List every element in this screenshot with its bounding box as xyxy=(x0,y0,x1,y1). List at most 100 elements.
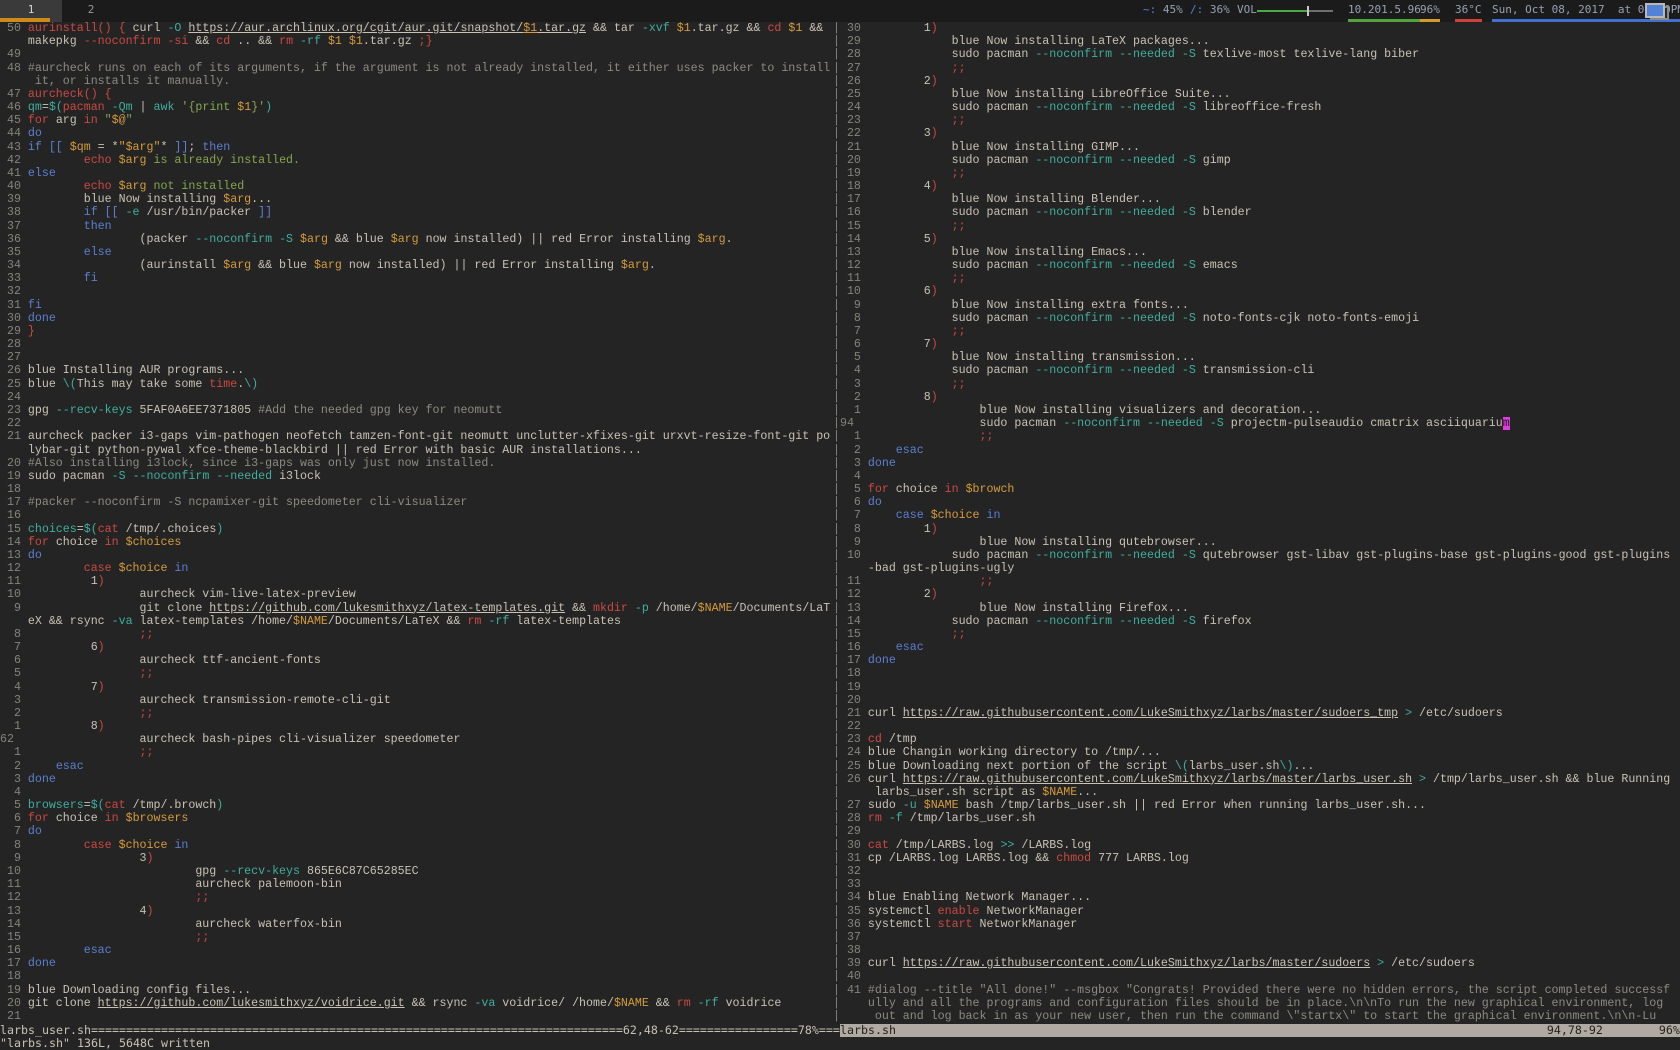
code-line[interactable]: | 9 blue Now installing qutebrowser... xyxy=(833,536,1670,549)
code-line[interactable]: | 29 xyxy=(833,825,1670,838)
code-line[interactable]: 24 xyxy=(0,391,830,404)
vertical-split-separator[interactable]: | xyxy=(833,48,840,61)
code-line[interactable]: 1 8) xyxy=(0,720,830,733)
vertical-split-separator[interactable]: | xyxy=(833,720,840,733)
code-line[interactable]: | 11 ;; xyxy=(833,272,1670,285)
code-line[interactable]: | 18 xyxy=(833,667,1670,680)
code-line[interactable]: | 31 cp /LARBS.log LARBS.log && chmod 77… xyxy=(833,852,1670,865)
vertical-split-separator[interactable]: | xyxy=(833,233,840,246)
code-line[interactable]: 4 7) xyxy=(0,681,830,694)
code-line[interactable]: | 35 systemctl enable NetworkManager xyxy=(833,905,1670,918)
code-line[interactable]: | 18 4) xyxy=(833,180,1670,193)
code-line[interactable]: 9 git clone https://github.com/lukesmith… xyxy=(0,602,830,615)
code-line[interactable]: | out and log back in as your new user, … xyxy=(833,1010,1670,1023)
code-line[interactable]: | 27 ;; xyxy=(833,62,1670,75)
code-line[interactable]: 48 #aurcheck runs on each of its argumen… xyxy=(0,62,830,75)
code-line[interactable]: 16 xyxy=(0,509,830,522)
vertical-split-separator[interactable]: | xyxy=(833,285,840,298)
code-line[interactable]: 30 done xyxy=(0,312,830,325)
code-line[interactable]: | 19 xyxy=(833,681,1670,694)
editor-pane-left[interactable]: 50 aurinstall() { curl -O https://aur.ar… xyxy=(0,22,830,1023)
code-line[interactable]: | 10 6) xyxy=(833,285,1670,298)
code-line[interactable]: 39 blue Now installing $arg... xyxy=(0,193,830,206)
vertical-split-separator[interactable]: | xyxy=(833,35,840,48)
code-line[interactable]: 19 sudo pacman -S --noconfirm --needed i… xyxy=(0,470,830,483)
statusline-inactive[interactable]: larbs_user.sh===========================… xyxy=(0,1024,840,1037)
vertical-split-separator[interactable]: | xyxy=(833,272,840,285)
vertical-split-separator[interactable]: | xyxy=(833,812,840,825)
code-line[interactable]: | larbs_user.sh script as $NAME... xyxy=(833,786,1670,799)
code-line[interactable]: | 23 ;; xyxy=(833,114,1670,127)
vertical-split-separator[interactable]: | xyxy=(833,746,840,759)
code-line[interactable]: | 39 curl https://raw.githubusercontent.… xyxy=(833,957,1670,970)
vertical-split-separator[interactable]: | xyxy=(833,839,840,852)
code-line[interactable]: | -bad gst-plugins-ugly xyxy=(833,562,1670,575)
vertical-split-separator[interactable]: | xyxy=(833,681,840,694)
vertical-split-separator[interactable]: | xyxy=(833,549,840,562)
code-line[interactable]: 25 blue \(This may take some time.\) xyxy=(0,378,830,391)
code-line[interactable]: 28 xyxy=(0,338,830,351)
code-line[interactable]: | 26 curl https://raw.githubusercontent.… xyxy=(833,773,1670,786)
vertical-split-separator[interactable]: | xyxy=(833,444,840,457)
code-line[interactable]: | 29 blue Now installing LaTeX packages.… xyxy=(833,35,1670,48)
code-line[interactable]: | 13 blue Now installing Firefox... xyxy=(833,602,1670,615)
code-line[interactable]: makepkg --noconfirm -si && cd .. && rm -… xyxy=(0,35,830,48)
code-line[interactable]: 11 1) xyxy=(0,575,830,588)
code-line[interactable]: | 24 blue Changin working directory to /… xyxy=(833,746,1670,759)
code-line[interactable]: | 1 blue Now installing visualizers and … xyxy=(833,404,1670,417)
code-line[interactable]: 6 aurcheck ttf-ancient-fonts xyxy=(0,654,830,667)
code-line[interactable]: 20 git clone https://github.com/lukesmit… xyxy=(0,997,830,1010)
code-line[interactable]: 8 case $choice in xyxy=(0,839,830,852)
code-line[interactable]: 47 aurcheck() { xyxy=(0,88,830,101)
code-line[interactable]: | 26 2) xyxy=(833,75,1670,88)
code-line[interactable]: | 37 xyxy=(833,931,1670,944)
vertical-split-separator[interactable]: | xyxy=(833,364,840,377)
code-line[interactable]: 13 4) xyxy=(0,905,830,918)
code-line[interactable]: 32 xyxy=(0,285,830,298)
code-line[interactable]: | 14 5) xyxy=(833,233,1670,246)
code-line[interactable]: | 6 do xyxy=(833,496,1670,509)
code-line[interactable]: 7 do xyxy=(0,825,830,838)
code-line[interactable]: 49 xyxy=(0,48,830,61)
vertical-split-separator[interactable]: | xyxy=(833,378,840,391)
code-line[interactable]: 13 do xyxy=(0,549,830,562)
code-line[interactable]: 1 ;; xyxy=(0,746,830,759)
code-line[interactable]: 5 ;; xyxy=(0,667,830,680)
vertical-split-separator[interactable]: | xyxy=(833,457,840,470)
code-line[interactable]: 20 #Also installing i3lock, since i3-gap… xyxy=(0,457,830,470)
code-line[interactable]: 37 then xyxy=(0,220,830,233)
vertical-split-separator[interactable]: | xyxy=(833,509,840,522)
code-line[interactable]: | 4 xyxy=(833,470,1670,483)
code-line[interactable]: | 2 esac xyxy=(833,444,1670,457)
code-line[interactable]: | 15 ;; xyxy=(833,628,1670,641)
code-line[interactable]: | 13 blue Now installing Emacs... xyxy=(833,246,1670,259)
code-line[interactable]: | 30 cat /tmp/LARBS.log >> /LARBS.log xyxy=(833,839,1670,852)
code-line[interactable]: | 41 #dialog --title "All done!" --msgbo… xyxy=(833,984,1670,997)
code-line[interactable]: 3 done xyxy=(0,773,830,786)
code-line[interactable]: | 19 ;; xyxy=(833,167,1670,180)
vertical-split-separator[interactable]: | xyxy=(833,141,840,154)
vertical-split-separator[interactable]: | xyxy=(833,891,840,904)
code-line[interactable]: | 17 done xyxy=(833,654,1670,667)
vertical-split-separator[interactable]: | xyxy=(833,984,840,997)
vertical-split-separator[interactable]: | xyxy=(833,786,840,799)
code-line[interactable]: 10 gpg --recv-keys 865E6C87C65285EC xyxy=(0,865,830,878)
vertical-split-separator[interactable]: | xyxy=(833,259,840,272)
workspace-2-button[interactable]: 2 xyxy=(62,0,120,22)
code-line[interactable]: 43 if [[ $qm = *"$arg"* ]]; then xyxy=(0,141,830,154)
code-line[interactable]: | 8 1) xyxy=(833,523,1670,536)
code-line[interactable]: 26 blue Installing AUR programs... xyxy=(0,364,830,377)
vertical-split-separator[interactable]: | xyxy=(833,707,840,720)
vertical-split-separator[interactable]: | xyxy=(833,220,840,233)
vertical-split-separator[interactable]: | xyxy=(833,997,840,1010)
code-line[interactable]: 5 browsers=$(cat /tmp/.browch) xyxy=(0,799,830,812)
vertical-split-separator[interactable]: | xyxy=(833,918,840,931)
code-line[interactable]: | 23 cd /tmp xyxy=(833,733,1670,746)
code-line[interactable]: 17 #packer --noconfirm -S ncpamixer-git … xyxy=(0,496,830,509)
code-line[interactable]: 10 aurcheck vim-live-latex-preview xyxy=(0,588,830,601)
vertical-split-separator[interactable]: | xyxy=(833,338,840,351)
vertical-split-separator[interactable]: | xyxy=(833,206,840,219)
code-line[interactable]: | 12 sudo pacman --noconfirm --needed -S… xyxy=(833,259,1670,272)
vertical-split-separator[interactable]: | xyxy=(833,193,840,206)
code-line[interactable]: 12 case $choice in xyxy=(0,562,830,575)
